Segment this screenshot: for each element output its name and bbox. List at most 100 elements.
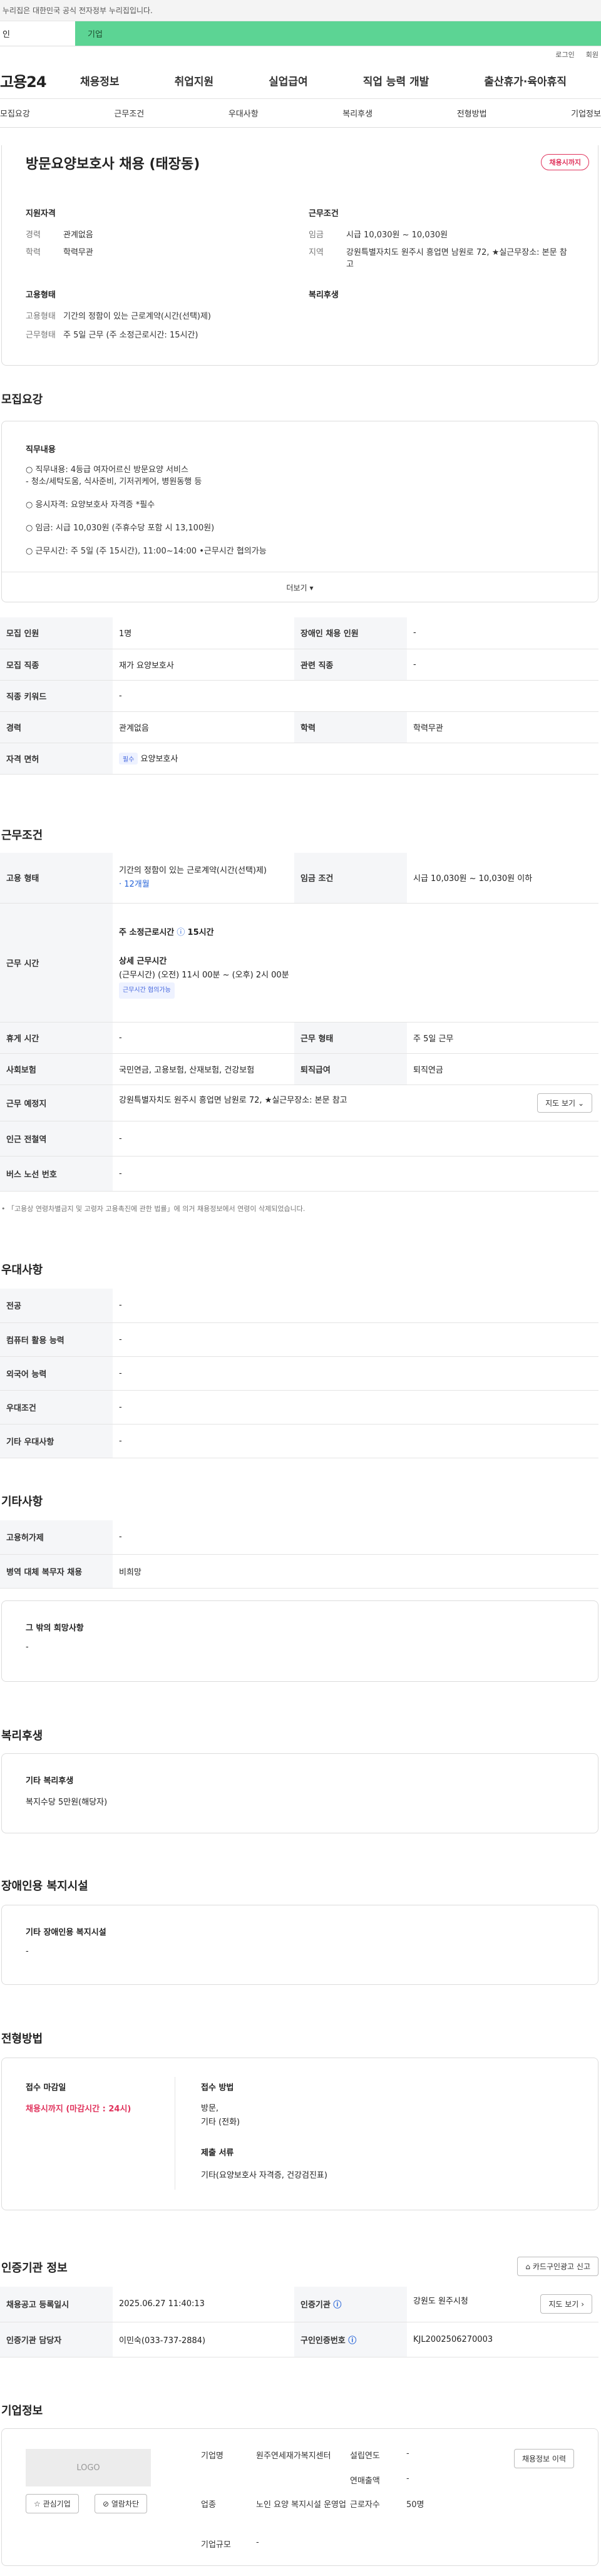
section-tab-preference[interactable]: 우대사항 [229,107,259,119]
wish-card: 그 밖의 희망사항 - [1,1600,598,1682]
table-row: 휴게 시간 - 근무 형태 주 5일 근무 [0,1022,598,1054]
preference-table: 전공 - 컴퓨터 활용 능력 - 외국어 능력 - 우대조건 - 기타 우대사항 - [0,1289,598,1458]
section-tab-conditions[interactable]: 근무조건 [114,107,144,119]
favorite-company-button[interactable]: ☆ 관심기업 [26,2494,79,2513]
qualification-title: 지원자격 [26,209,56,219]
table-row: 모집 직종 재가 요양보호사 관련 직종 - [0,649,598,681]
wish-title: 그 밖의 희망사항 [26,1624,84,1633]
career-row: 경력 관계없음 [26,230,93,240]
company-size-label: 기업규모 [201,2540,231,2550]
section-tab-company[interactable]: 기업정보 [571,107,601,119]
region-row: 지역 강원특별자치도 원주시 흥업면 남원로 72, ★실근무장소: 본문 참고 [309,248,567,269]
info-icon: ⓘ [348,2336,357,2346]
etc-section-title: 기타사항 [1,1495,43,1508]
login-link[interactable]: 로그인 [555,49,574,59]
recruit-section-title: 모집요강 [1,393,43,406]
table-row: 인증기관 담당자 이민숙(033-737-2884) 구인인증번호 ⓘ KJL2002… [0,2322,598,2357]
table-row: 근무 시간 주 소정근로시간 ⓘ 15시간 상세 근무시간 (근무시간) (오전… [0,903,598,1023]
block-view-button[interactable]: ⊘ 열람차단 [95,2494,148,2513]
block-icon: ⊘ [103,2500,110,2508]
method-value: 방문, 기타 (전화) [201,2104,240,2127]
cert-map-button[interactable]: 지도 보기 › [540,2294,592,2314]
tab-personal[interactable]: 인 [0,21,75,46]
etc-table: 고용허가제 - 병역 대체 복무자 채용 비희망 [0,1520,598,1589]
duty-description: ○ 직무내용: 4등급 여자어르신 방문요양 서비스 - 청소/세탁도움, 식사… [26,464,267,557]
section-tab-recruit[interactable]: 모집요강 [0,107,30,119]
work-type-row: 근무형태 주 5일 근무 (주 소정근로시간: 15시간) [26,331,198,340]
employees-value: 50명 [406,2500,424,2510]
selection-section-title: 전형방법 [1,2032,43,2046]
table-row: 근무 예정지 강원특별자치도 원주시 흥업면 남원로 72, ★실근무장소: 본… [0,1084,598,1121]
main-nav: 고용24 채용정보 취업지원 실업급여 직업 능력 개발 출산휴가·육아휴직 [0,63,601,99]
duty-line: ○ 직무내용: 4등급 여자어르신 방문요양 서비스 [26,465,188,475]
table-row: 버스 노선 번호 - [0,1156,598,1192]
employees-label: 근로자수 [350,2500,380,2510]
duty-line: ○ 임금: 시급 10,030원 (주휴수당 포함 시 13,100원) [26,523,215,533]
cert-table: 채용공고 등록일시 2025.06.27 11:40:13 인증기관 ⓘ 강원도 원주… [0,2287,598,2357]
site-logo[interactable]: 고용24 [0,70,75,91]
sales-value: - [406,2474,409,2483]
duty-title: 직무내용 [26,445,56,455]
section-tab-selection[interactable]: 전형방법 [457,107,487,119]
established-label: 설립연도 [350,2451,380,2461]
welfare-box-title: 기타 복리후생 [26,1776,74,1786]
deadline-value: 채용시까지 (마감시간 : 24시) [26,2105,131,2114]
job-summary-card: 방문요양보호사 채용 (태장동) 채용시까지 지원자격 경력 관계없음 학력 학력무… [1,145,598,366]
negotiable-tag: 근무시간 협의가능 [119,982,175,999]
company-section-title: 기업정보 [1,2404,43,2418]
gov-notice-text: 누리집은 대한민국 공식 전자정부 누리집입니다. [3,6,153,15]
cert-section-title: 인증기관 정보 [1,2262,68,2275]
recruit-table: 모집 인원 1명 장애인 채용 인원 - 모집 직종 재가 요양보호사 관련 직종 - 직종… [0,617,598,775]
docs-value: 기타(요양보호사 자격증, 건강검진표) [201,2171,327,2180]
join-link[interactable]: 회원 [586,49,598,59]
company-name-label: 기업명 [201,2451,223,2461]
table-row: 우대조건 - [0,1390,598,1425]
star-icon: ☆ [34,2500,41,2508]
industry-label: 업종 [201,2500,216,2510]
deadline-title: 접수 마감일 [26,2083,66,2093]
main-nav-items: 채용정보 취업지원 실업급여 직업 능력 개발 출산휴가·육아휴직 [75,73,567,88]
table-row: 외국어 능력 - [0,1356,598,1391]
more-button[interactable]: 더보기 ▾ [2,572,598,603]
chevron-right-icon: › [581,2300,584,2309]
table-row: 기타 우대사항 - [0,1424,598,1458]
nav-item-jobs[interactable]: 채용정보 [80,73,120,88]
welfare-section-title: 복리후생 [1,1729,43,1743]
selection-card: 접수 마감일 채용시까지 (마감시간 : 24시) 접수 방법 방문, 기타 (전… [1,2058,598,2210]
info-icon: ⓘ [177,928,185,937]
table-row: 자격 면허 필수 요양보호사 [0,743,598,775]
status-badge: 채용시까지 [541,154,589,170]
company-card: LOGO ☆ 관심기업 ⊘ 열람차단 기업명 원주연세재가복지센터 업종 노인 … [1,2428,598,2566]
duty-line: ○ 응시자격: 요양보호사 자격증 *필수 [26,500,155,510]
conditions-title: 근무조건 [309,209,339,219]
nav-item-unemployment[interactable]: 실업급여 [269,73,308,88]
nav-item-training[interactable]: 직업 능력 개발 [363,73,429,88]
job-history-button[interactable]: 채용정보 이력 [513,2449,574,2468]
conditions-section-title: 근무조건 [1,829,43,842]
home-icon: ⌂ [525,2262,531,2271]
map-button[interactable]: 지도 보기 ⌄ [537,1093,592,1113]
tab-company[interactable]: 기업 [75,21,601,46]
table-row: 채용공고 등록일시 2025.06.27 11:40:13 인증기관 ⓘ 강원도 원주… [0,2287,598,2322]
nav-item-employment-support[interactable]: 취업지원 [175,73,214,88]
table-row: 경력 관계없음 학력 학력무관 [0,711,598,743]
section-tab-welfare[interactable]: 복리후생 [342,107,372,119]
duty-card: 직무내용 ○ 직무내용: 4등급 여자어르신 방문요양 서비스 - 청소/세탁도… [1,421,598,602]
report-button[interactable]: ⌂ 카드구인광고 신고 [517,2257,598,2276]
company-size-value: - [256,2538,259,2547]
education-row: 학력 학력무관 [26,248,93,257]
disabled-box-value: - [26,1947,29,1956]
table-row: 고용 형태 기간의 정함이 있는 근로계약(시간(선택)제) · 12개월 임금 … [0,853,598,904]
table-row: 병역 대체 복무자 채용 비희망 [0,1554,598,1589]
global-tabs: 인 기업 [0,21,601,46]
company-logo: LOGO [26,2449,151,2486]
wage-row: 임금 시급 10,030원 ~ 10,030원 [309,230,448,240]
nav-item-leave[interactable]: 출산휴가·육아휴직 [484,73,567,88]
table-row: 사회보험 국민연금, 고용보험, 산재보험, 건강보험 퇴직급여 퇴직연금 [0,1053,598,1085]
welfare-box-value: 복지수당 5만원(해당자) [26,1798,108,1807]
wish-value: - [26,1642,29,1652]
age-notice: • 「고용상 연령차별금지 및 고령자 고용촉진에 관한 법률」에 의거 채용정… [1,1205,306,1213]
method-title: 접수 방법 [201,2083,234,2093]
gov-notice-bar: 누리집은 대한민국 공식 전자정부 누리집입니다. [0,0,601,21]
utility-nav: 로그인 회원 [0,46,601,63]
